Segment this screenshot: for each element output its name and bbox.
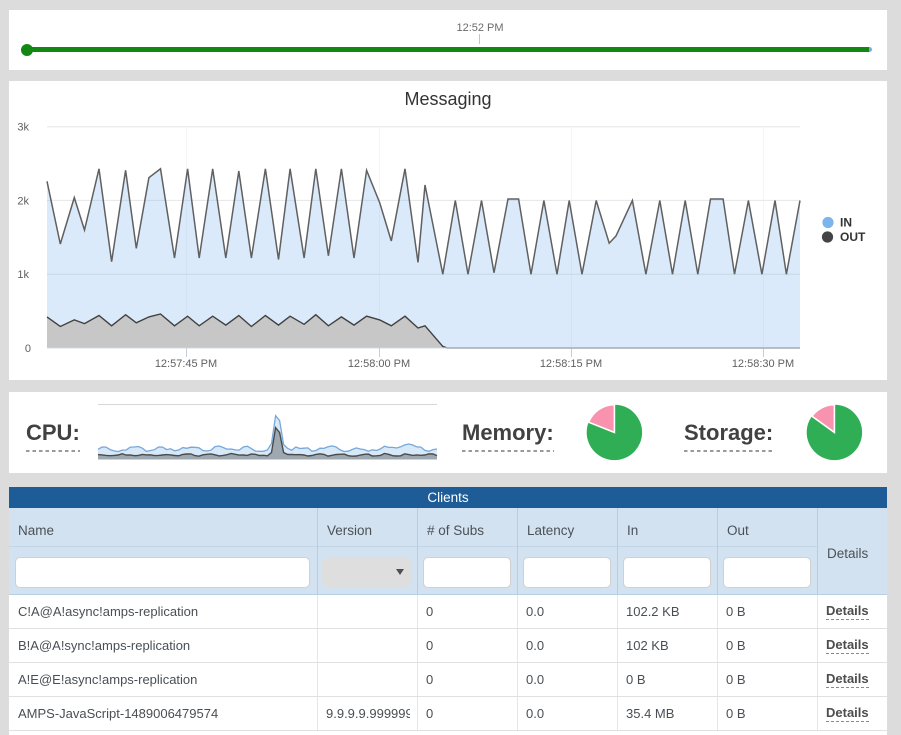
svg-text:2k: 2k — [17, 195, 29, 207]
svg-text:IN: IN — [840, 216, 852, 230]
svg-text:0: 0 — [25, 343, 31, 355]
svg-text:12:58:30 PM: 12:58:30 PM — [732, 358, 794, 370]
svg-text:OUT: OUT — [840, 230, 866, 244]
svg-text:12:57:45 PM: 12:57:45 PM — [155, 358, 217, 370]
svg-text:3k: 3k — [17, 122, 29, 134]
svg-text:12:58:15 PM: 12:58:15 PM — [540, 358, 602, 370]
svg-text:Messaging: Messaging — [404, 89, 491, 109]
svg-text:1k: 1k — [17, 269, 29, 281]
svg-text:12:58:00 PM: 12:58:00 PM — [348, 358, 410, 370]
